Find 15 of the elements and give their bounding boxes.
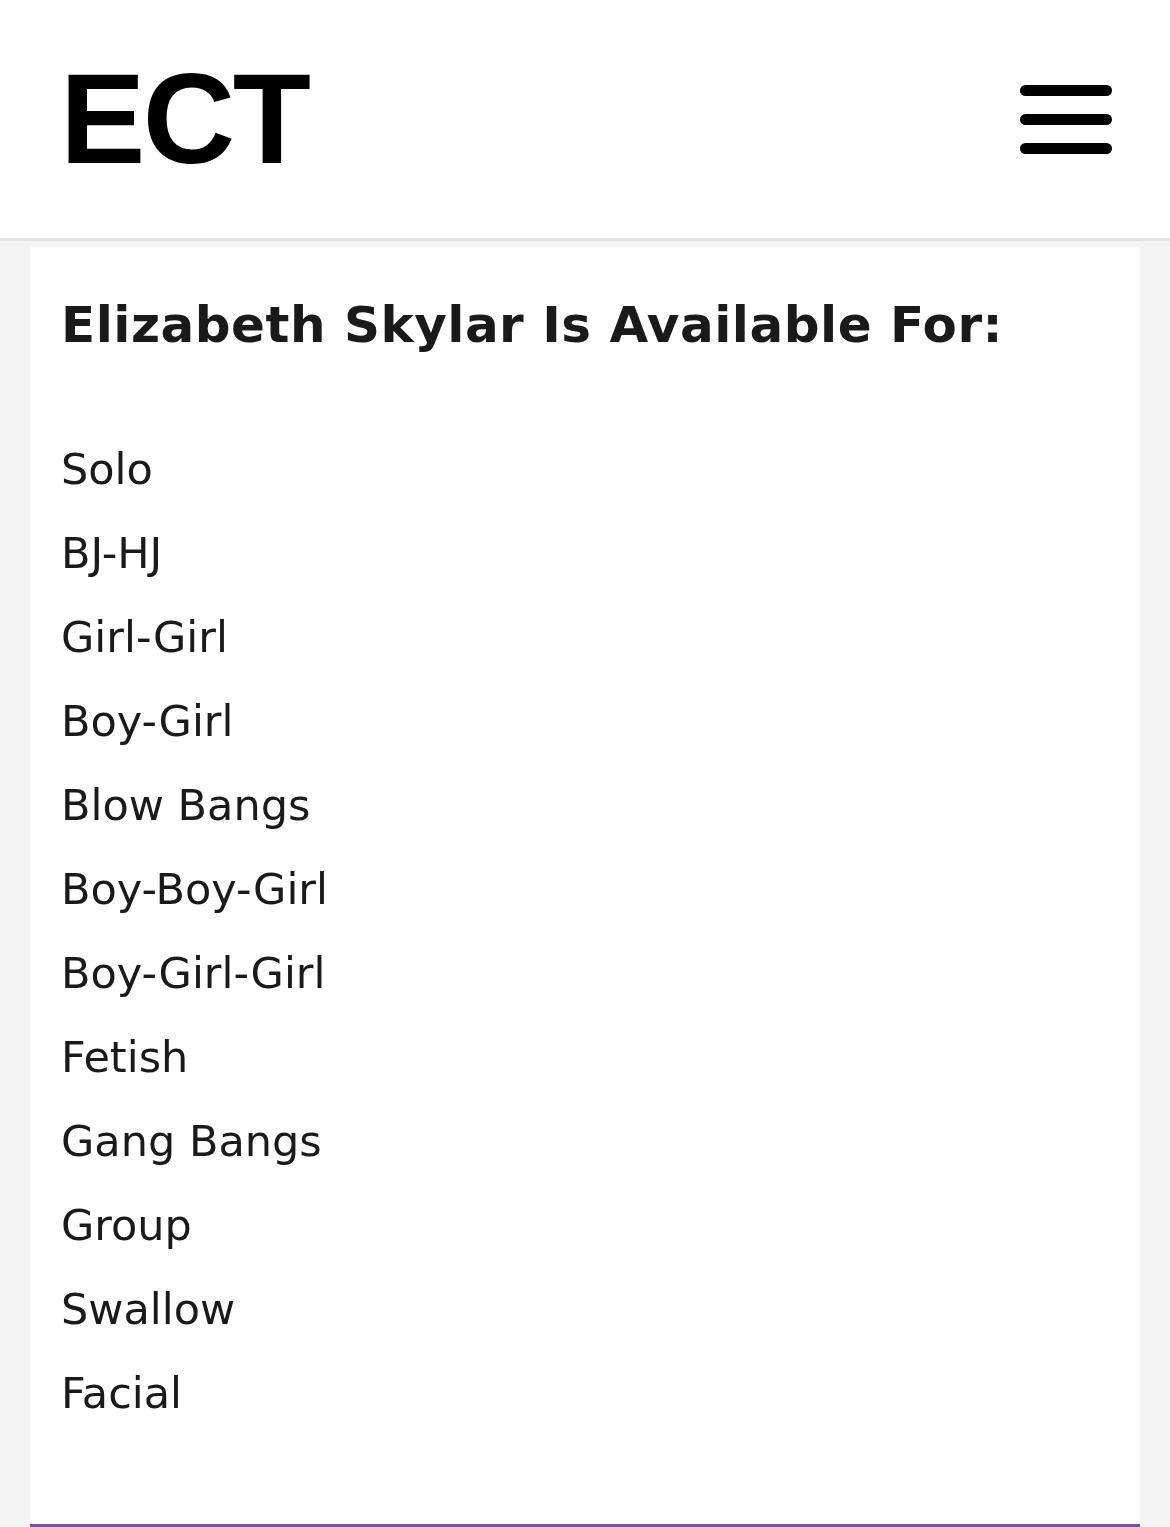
service-item: Blow Bangs [61, 779, 311, 832]
menu-icon[interactable] [1020, 84, 1112, 154]
service-item: Boy-Girl [61, 695, 234, 748]
service-item: Gang Bangs [61, 1115, 322, 1168]
service-item: BJ-HJ [61, 527, 163, 580]
card-title: Elizabeth Skylar Is Available For: [61, 295, 1005, 355]
service-item: Group [61, 1199, 192, 1252]
service-item: Boy-Girl-Girl [61, 947, 326, 1000]
service-item: Solo [61, 443, 153, 496]
service-item: Fetish [61, 1031, 189, 1084]
service-item: Facial [61, 1367, 183, 1420]
logo[interactable]: ECT [60, 55, 309, 183]
service-item: Girl-Girl [61, 611, 228, 664]
service-item: Swallow [61, 1283, 236, 1336]
service-item: Boy-Boy-Girl [61, 863, 328, 916]
